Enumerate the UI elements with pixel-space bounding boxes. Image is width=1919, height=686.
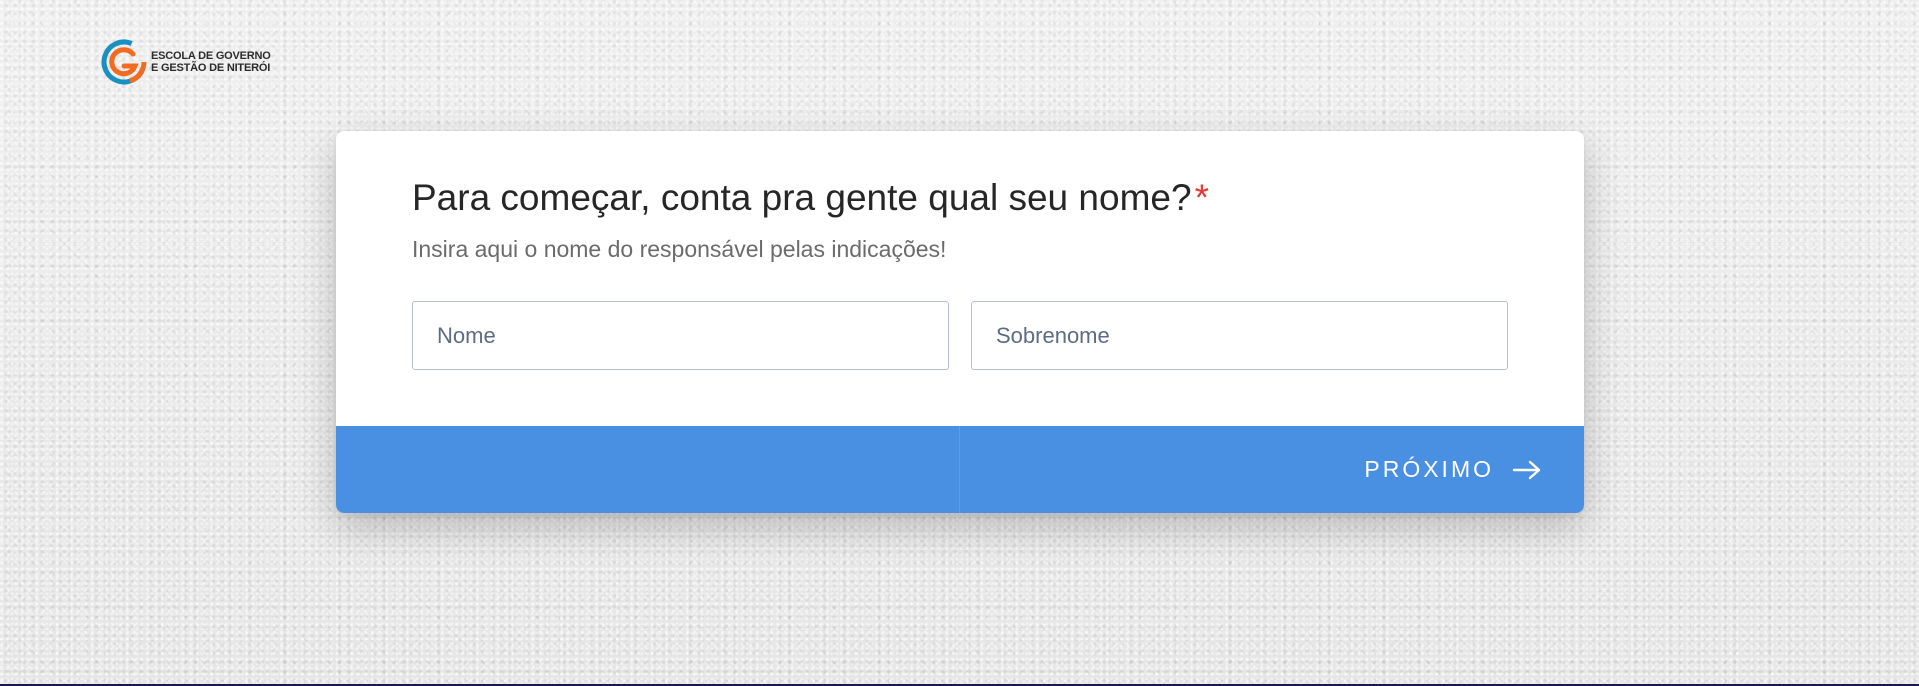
next-button[interactable]: PRÓXIMO — [960, 426, 1584, 513]
question-title: Para começar, conta pra gente qual seu n… — [412, 177, 1209, 219]
brand-logo: ESCOLA DE GOVERNO E GESTÃO DE NITERÓI — [100, 38, 271, 86]
footer-spacer — [336, 426, 960, 513]
question-subtitle: Insira aqui o nome do responsável pelas … — [412, 236, 947, 262]
required-asterisk: * — [1194, 177, 1209, 218]
logo-text: ESCOLA DE GOVERNO E GESTÃO DE NITERÓI — [151, 50, 271, 74]
arrow-right-icon — [1512, 460, 1541, 479]
form-footer: PRÓXIMO — [336, 426, 1584, 513]
question-text: Para começar, conta pra gente qual seu n… — [412, 177, 1192, 218]
first-name-input[interactable] — [412, 301, 949, 370]
logo-text-line-1: ESCOLA DE GOVERNO — [151, 50, 271, 62]
last-name-input[interactable] — [971, 301, 1508, 370]
next-button-label: PRÓXIMO — [1364, 456, 1494, 482]
logo-text-line-2: E GESTÃO DE NITERÓI — [151, 62, 271, 74]
logo-mark-icon — [101, 39, 147, 85]
name-form-card: Para começar, conta pra gente qual seu n… — [336, 131, 1584, 513]
